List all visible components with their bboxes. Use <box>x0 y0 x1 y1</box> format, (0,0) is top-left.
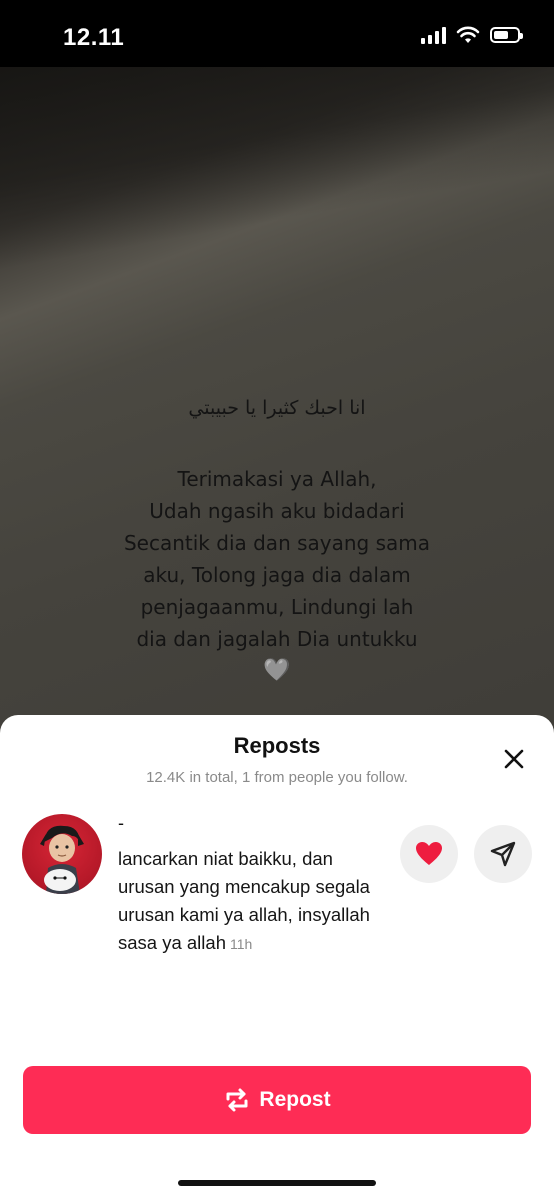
poem-line: Udah ngasih aku bidadari <box>149 499 405 523</box>
poem-line: Secantik dia dan sayang sama <box>123 531 431 555</box>
poem-line: aku, Tolong jaga dia dalam <box>143 563 411 587</box>
status-bar: 12.11 <box>0 0 554 67</box>
close-button[interactable] <box>497 742 531 776</box>
comment-body: lancarkan niat baikku, dan urusan yang m… <box>118 845 388 958</box>
sheet-title: Reposts <box>233 733 321 758</box>
home-indicator[interactable] <box>178 1180 376 1186</box>
avatar-illustration <box>40 825 84 894</box>
repost-label: Repost <box>259 1088 331 1111</box>
sheet-subtitle: 12.4K in total, 1 from people you follow… <box>146 769 408 786</box>
send-icon <box>490 841 516 867</box>
repost-icon <box>226 1088 248 1112</box>
status-icons <box>421 26 523 44</box>
comment-time: 11h <box>229 936 253 952</box>
grey-heart-icon: 🩶 <box>263 657 291 682</box>
poem-line: dia dan jagalah Dia untukku <box>136 627 418 651</box>
comment-username[interactable]: - <box>118 813 124 834</box>
heart-icon <box>416 842 442 865</box>
status-time: 12.11 <box>63 24 125 51</box>
wifi-icon <box>456 26 480 43</box>
poem-caption: Terimakasi ya Allah, Udah ngasih aku bid… <box>0 463 554 655</box>
close-icon <box>504 749 524 769</box>
cellular-signal-icon <box>421 26 446 44</box>
reposts-sheet: Reposts 12.4K in total, 1 from people yo… <box>0 715 554 1200</box>
arabic-caption: انا احبك كثيرا يا حبيبتي <box>188 397 366 419</box>
poem-line: penjagaanmu, Lindungi lah <box>140 595 414 619</box>
video-background[interactable]: انا احبك كثيرا يا حبيبتي Terimakasi ya A… <box>0 67 554 767</box>
repost-button[interactable]: Repost <box>23 1066 531 1134</box>
poem-line: Terimakasi ya Allah, <box>177 467 377 491</box>
send-button[interactable] <box>474 825 532 883</box>
like-button[interactable] <box>400 825 458 883</box>
video-shadow <box>0 67 554 307</box>
avatar[interactable] <box>22 814 102 894</box>
battery-icon <box>490 27 523 43</box>
